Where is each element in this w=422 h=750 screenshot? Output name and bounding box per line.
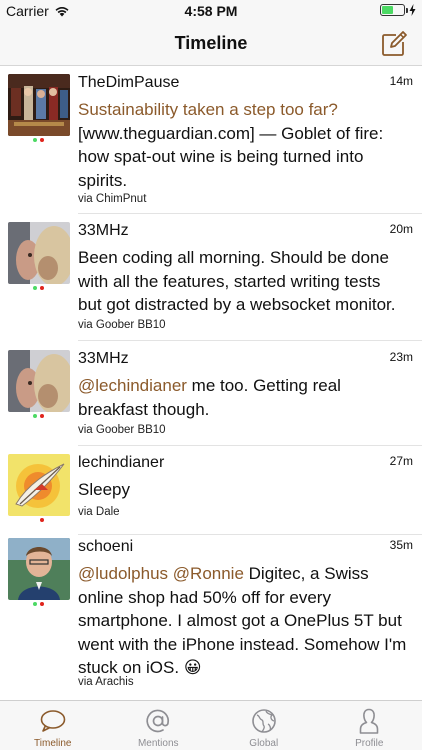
tab-global[interactable]: Global <box>211 701 317 750</box>
tab-label: Global <box>249 738 279 749</box>
at-sign-icon <box>146 709 170 733</box>
status-dot-green <box>33 138 37 142</box>
post-via[interactable]: via Goober BB10 <box>78 319 166 331</box>
post-time: 23m <box>389 350 413 364</box>
status-dot-green <box>33 286 37 290</box>
post-username[interactable]: schoeni <box>78 538 133 556</box>
post-via[interactable]: via Dale <box>78 506 120 518</box>
charging-bolt-icon <box>409 4 416 16</box>
avatar-image <box>8 74 70 136</box>
status-dot-green <box>33 602 37 606</box>
avatar[interactable] <box>8 350 70 412</box>
post-link-title[interactable]: Sustainability taken a step too far? <box>78 100 338 119</box>
status-dots <box>33 286 44 290</box>
tab-bar: Timeline Mentions Global Profile <box>0 700 422 750</box>
status-dot-red <box>40 414 44 418</box>
post-body: Sustainability taken a step too far? [ww… <box>78 98 408 192</box>
timeline-list[interactable]: TheDimPause 14m Sustainability taken a s… <box>0 66 422 700</box>
post-username[interactable]: TheDimPause <box>78 74 179 92</box>
avatar-image <box>8 222 70 284</box>
tab-profile[interactable]: Profile <box>317 701 422 750</box>
timeline-post[interactable]: 33MHz 23m @lechindianer me too. Getting … <box>0 341 422 445</box>
status-dot-red <box>40 286 44 290</box>
timeline-post[interactable]: TheDimPause 14m Sustainability taken a s… <box>0 66 422 214</box>
status-dot-red <box>40 602 44 606</box>
status-bar: Carrier 4:58 PM <box>0 0 422 22</box>
avatar[interactable] <box>8 454 70 516</box>
avatar[interactable] <box>8 538 70 600</box>
clock: 4:58 PM <box>184 3 238 19</box>
tab-label: Mentions <box>137 738 179 749</box>
post-via[interactable]: via Goober BB10 <box>78 424 166 436</box>
status-dots <box>33 138 44 142</box>
post-body: @ludolphus @Ronnie Digitec, a Swiss onli… <box>78 562 408 680</box>
post-text: Been coding all morning. Should be done … <box>78 248 396 314</box>
speech-bubble-icon <box>40 710 66 732</box>
post-time: 14m <box>389 74 413 88</box>
status-dots <box>33 414 44 418</box>
status-dot-red <box>40 518 44 522</box>
status-dot-red <box>40 138 44 142</box>
tab-mentions[interactable]: Mentions <box>106 701 212 750</box>
post-time: 27m <box>389 454 413 468</box>
status-dot-green <box>33 414 37 418</box>
tab-timeline[interactable]: Timeline <box>0 701 106 750</box>
mention-link[interactable]: @lechindianer <box>78 376 187 395</box>
tab-label: Profile <box>355 738 384 749</box>
post-time: 35m <box>389 538 413 552</box>
post-via[interactable]: via Arachis <box>78 676 134 688</box>
post-username[interactable]: 33MHz <box>78 350 129 368</box>
tab-label: Timeline <box>34 738 72 749</box>
avatar-image <box>8 538 70 600</box>
mention-link[interactable]: @Ronnie <box>173 564 244 583</box>
post-body: Been coding all morning. Should be done … <box>78 246 408 317</box>
timeline-post[interactable]: lechindianer 27m Sleepy via Dale <box>0 446 422 534</box>
status-dots <box>40 518 44 522</box>
avatar[interactable] <box>8 222 70 284</box>
avatar-image <box>8 350 70 412</box>
post-text: [www.theguardian.com] — Goblet of fire: … <box>78 123 384 190</box>
battery-fill <box>382 6 393 14</box>
timeline-post[interactable]: 33MHz 20m Been coding all morning. Shoul… <box>0 214 422 340</box>
post-via[interactable]: via ChimPnut <box>78 193 146 205</box>
battery-group <box>380 4 416 16</box>
battery-icon <box>380 4 408 16</box>
avatar[interactable] <box>8 74 70 136</box>
compose-icon[interactable] <box>380 30 408 58</box>
timeline-post[interactable]: schoeni 35m @ludolphus @Ronnie Digitec, … <box>0 535 422 700</box>
page-title: Timeline <box>174 33 248 53</box>
person-icon <box>359 708 379 734</box>
post-time: 20m <box>389 222 413 236</box>
post-body: Sleepy <box>78 478 408 502</box>
avatar-image <box>8 454 70 516</box>
post-username[interactable]: lechindianer <box>78 454 164 472</box>
status-dots <box>33 602 44 606</box>
post-username[interactable]: 33MHz <box>78 222 129 240</box>
navigation-bar: Timeline <box>0 22 422 66</box>
post-body: @lechindianer me too. Getting real break… <box>78 374 408 421</box>
mention-link[interactable]: @ludolphus <box>78 564 168 583</box>
post-text: Sleepy <box>78 480 130 499</box>
globe-icon <box>251 709 276 733</box>
